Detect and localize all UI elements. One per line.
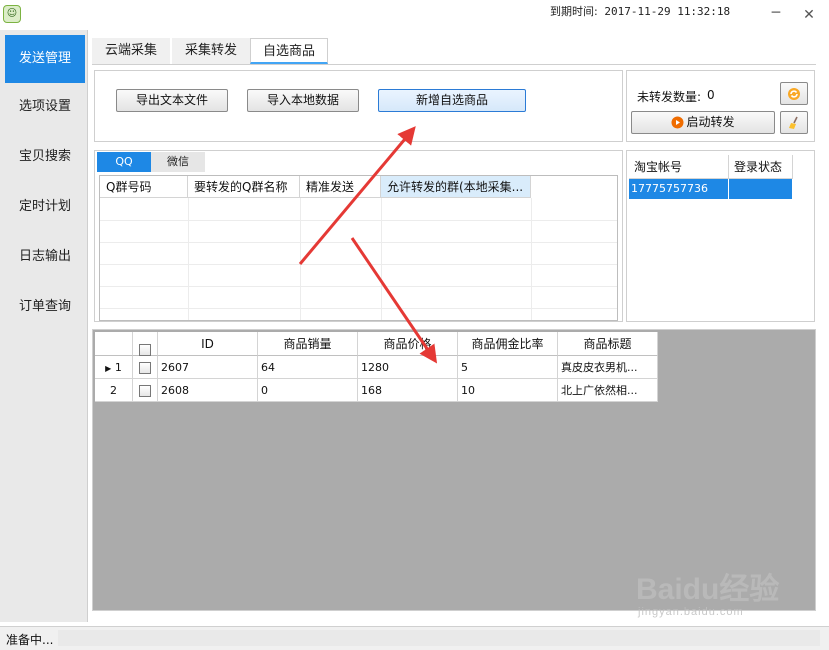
grid-line bbox=[531, 198, 532, 320]
row-header-corner bbox=[95, 332, 133, 356]
import-local-button[interactable]: 导入本地数据 bbox=[247, 89, 359, 112]
status-cell[interactable] bbox=[729, 179, 793, 199]
grid-line bbox=[100, 220, 617, 221]
start-forward-button[interactable]: 启动转发 bbox=[631, 111, 775, 134]
grid-line bbox=[188, 198, 189, 320]
grid-line bbox=[100, 286, 617, 287]
table-cell[interactable]: 0 bbox=[258, 379, 358, 402]
tab-custom-products[interactable]: 自选商品 bbox=[250, 38, 328, 64]
tab-divider bbox=[92, 64, 816, 65]
watermark-url: jingyan.baidu.com bbox=[638, 606, 744, 618]
status-bar: 准备中... bbox=[0, 626, 829, 650]
play-icon bbox=[671, 116, 684, 129]
sidebar: 发送管理 选项设置 宝贝搜索 定时计划 日志输出 订单查询 bbox=[0, 30, 88, 622]
col-precise-send[interactable]: 精准发送 bbox=[300, 176, 381, 198]
table-cell[interactable]: 北上广依然相... bbox=[558, 379, 658, 402]
forward-panel: 未转发数量: 0 启动转发 bbox=[626, 70, 815, 142]
account-cell[interactable]: 17775757736 bbox=[629, 179, 729, 199]
baidu-watermark: Baidu经验 jingyan.baidu.com bbox=[636, 564, 821, 624]
grid-line bbox=[100, 242, 617, 243]
row-number: 2 bbox=[110, 384, 117, 397]
current-row-indicator-icon: ▶ bbox=[105, 364, 112, 373]
app-logo-icon: ☺ bbox=[3, 5, 21, 23]
pending-count-value: 0 bbox=[707, 88, 715, 102]
row-number: 1 bbox=[114, 361, 122, 374]
start-forward-label: 启动转发 bbox=[686, 115, 735, 129]
account-panel: 淘宝帐号 登录状态 17775757736 bbox=[626, 150, 815, 322]
status-strip bbox=[58, 630, 820, 646]
expire-info: 到期时间: 2017-11-29 11:32:18 bbox=[550, 3, 730, 19]
col-title[interactable]: 商品标题 bbox=[558, 332, 658, 356]
refresh-button[interactable] bbox=[780, 82, 808, 105]
group-panel: QQ 微信 Q群号码 要转发的Q群名称 精准发送 允许转发的群(本地采集... bbox=[94, 150, 623, 322]
broom-icon bbox=[789, 116, 798, 129]
col-id[interactable]: ID bbox=[158, 332, 258, 356]
col-sales[interactable]: 商品销量 bbox=[258, 332, 358, 356]
status-text: 准备中... bbox=[6, 633, 54, 647]
clear-button[interactable] bbox=[780, 111, 808, 134]
export-text-button[interactable]: 导出文本文件 bbox=[116, 89, 228, 112]
table-cell[interactable]: 168 bbox=[358, 379, 458, 402]
col-login-status[interactable]: 登录状态 bbox=[729, 155, 793, 179]
sidebar-item-options[interactable]: 选项设置 bbox=[5, 83, 85, 131]
sidebar-item-schedule[interactable]: 定时计划 bbox=[5, 183, 85, 231]
col-qq-group-name[interactable]: 要转发的Q群名称 bbox=[188, 176, 300, 198]
table-cell[interactable]: 真皮皮衣男机... bbox=[558, 356, 658, 379]
table-cell[interactable]: 64 bbox=[258, 356, 358, 379]
col-price[interactable]: 商品价格 bbox=[358, 332, 458, 356]
sidebar-item-product-search[interactable]: 宝贝搜索 bbox=[5, 133, 85, 181]
checkbox-icon bbox=[139, 343, 151, 356]
expire-label: 到期时间: bbox=[550, 5, 598, 18]
sidebar-item-send-management[interactable]: 发送管理 bbox=[5, 35, 85, 83]
grid-line bbox=[100, 264, 617, 265]
col-allowed-groups[interactable]: 允许转发的群(本地采集... bbox=[381, 176, 531, 198]
subtab-wechat[interactable]: 微信 bbox=[151, 152, 205, 172]
row-header[interactable]: 2 bbox=[95, 379, 133, 402]
table-cell[interactable]: 10 bbox=[458, 379, 558, 402]
tab-collect-forward[interactable]: 采集转发 bbox=[172, 38, 250, 64]
table-cell[interactable]: 2608 bbox=[158, 379, 258, 402]
expire-time: 2017-11-29 11:32:18 bbox=[604, 5, 731, 18]
sidebar-item-log-output[interactable]: 日志输出 bbox=[5, 233, 85, 281]
select-all-checkbox[interactable] bbox=[133, 332, 158, 356]
refresh-icon bbox=[788, 88, 800, 100]
row-header[interactable]: ▶ 1 bbox=[95, 356, 133, 379]
col-qq-group-number[interactable]: Q群号码 bbox=[100, 176, 188, 198]
table-cell[interactable]: 1280 bbox=[358, 356, 458, 379]
action-panel: 导出文本文件 导入本地数据 新增自选商品 bbox=[94, 70, 623, 142]
table-cell[interactable]: 5 bbox=[458, 356, 558, 379]
close-icon[interactable]: ✕ bbox=[802, 8, 816, 22]
table-cell[interactable]: 2607 bbox=[158, 356, 258, 379]
grid-line bbox=[300, 198, 301, 320]
title-bar: ☺ 到期时间: 2017-11-29 11:32:18 ─ ✕ bbox=[0, 0, 829, 30]
row-checkbox[interactable] bbox=[133, 356, 158, 379]
row-checkbox[interactable] bbox=[133, 379, 158, 402]
subtab-qq[interactable]: QQ bbox=[97, 152, 151, 172]
minimize-icon[interactable]: ─ bbox=[769, 6, 783, 22]
tab-cloud-collect[interactable]: 云端采集 bbox=[92, 38, 170, 64]
checkbox-icon bbox=[139, 361, 151, 374]
checkbox-icon bbox=[139, 384, 151, 397]
col-taobao-account[interactable]: 淘宝帐号 bbox=[629, 155, 729, 179]
sidebar-item-order-query[interactable]: 订单查询 bbox=[5, 283, 85, 331]
grid-line bbox=[100, 308, 617, 309]
watermark-brand: Baidu经验 bbox=[636, 573, 780, 606]
pending-count-label: 未转发数量: bbox=[637, 90, 702, 104]
add-custom-product-button[interactable]: 新增自选商品 bbox=[378, 89, 526, 112]
col-commission[interactable]: 商品佣金比率 bbox=[458, 332, 558, 356]
group-table: Q群号码 要转发的Q群名称 精准发送 允许转发的群(本地采集... bbox=[99, 175, 618, 321]
grid-line bbox=[381, 198, 382, 320]
